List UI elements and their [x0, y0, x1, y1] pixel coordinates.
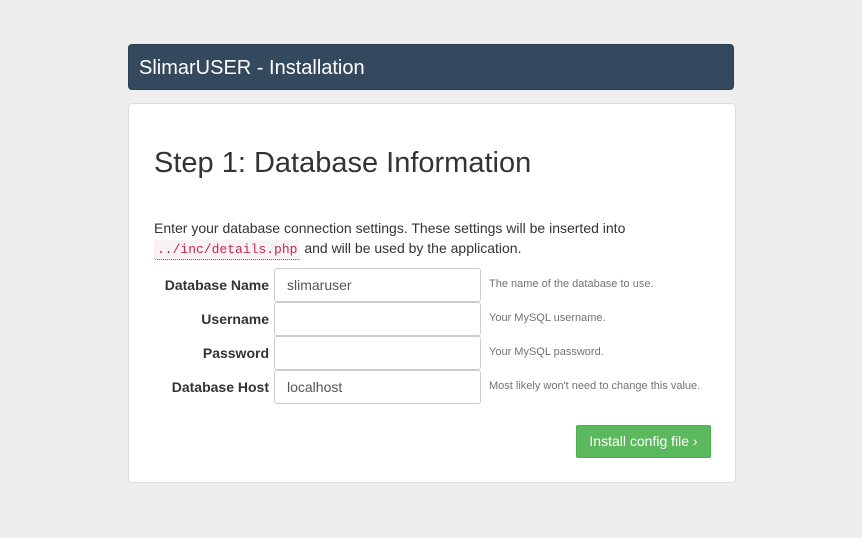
database-name-help: The name of the database to use. [489, 278, 654, 290]
intro-text-part-1: Enter your database connection settings.… [154, 220, 626, 236]
database-name-input[interactable] [274, 268, 481, 302]
field-row-database-host: Database Host Most likely won't need to … [129, 370, 735, 404]
intro-text: Enter your database connection settings.… [154, 218, 714, 260]
field-row-password: Password Your MySQL password. [129, 336, 735, 370]
install-panel: Step 1: Database Information Enter your … [128, 103, 736, 483]
install-config-button[interactable]: Install config file › [576, 425, 711, 458]
password-help: Your MySQL password. [489, 346, 604, 358]
page-header: SlimarUSER - Installation [128, 44, 734, 90]
step-title: Step 1: Database Information [154, 147, 532, 179]
intro-text-part-2: and will be used by the application. [304, 240, 522, 256]
database-host-input[interactable] [274, 370, 481, 404]
app-title: SlimarUSER - Installation [139, 57, 365, 79]
database-name-label: Database Name [164, 277, 269, 293]
config-file-path: ../inc/details.php [154, 240, 301, 260]
password-label: Password [202, 345, 269, 361]
password-input[interactable] [274, 336, 481, 370]
database-host-label: Database Host [171, 379, 269, 395]
username-label: Username [201, 311, 269, 327]
database-host-help: Most likely won't need to change this va… [489, 380, 701, 392]
field-row-database-name: Database Name The name of the database t… [129, 268, 735, 302]
field-row-username: Username Your MySQL username. [129, 302, 735, 336]
username-input[interactable] [274, 302, 481, 336]
username-help: Your MySQL username. [489, 312, 606, 324]
